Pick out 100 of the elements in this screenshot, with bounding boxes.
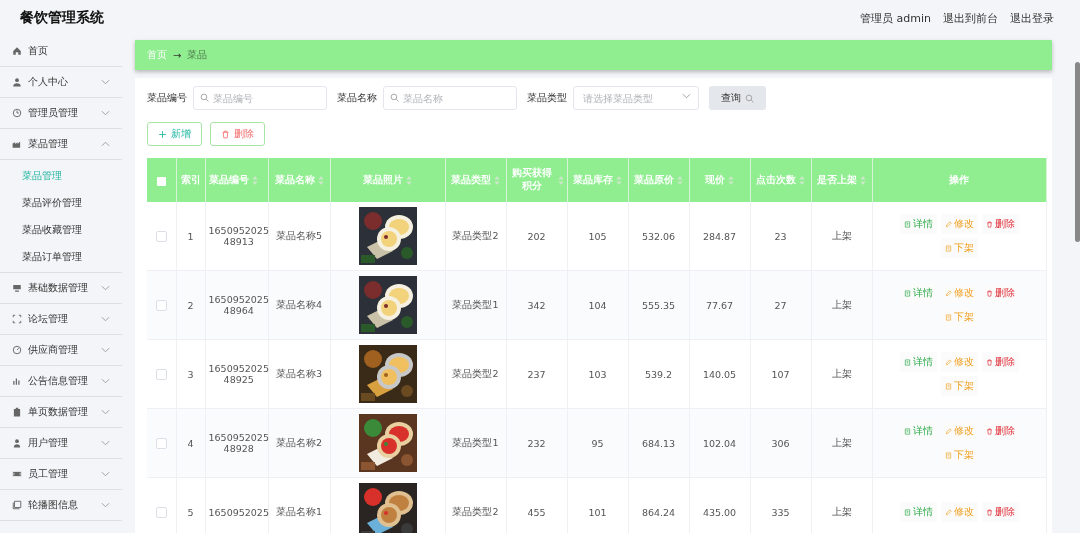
delete-button[interactable]: 删除 bbox=[210, 122, 265, 146]
sort-icon[interactable] bbox=[317, 175, 324, 185]
submenu-item[interactable]: 菜品收藏管理 bbox=[0, 216, 122, 243]
clipboard-icon bbox=[12, 407, 22, 417]
action-button[interactable]: 删除 bbox=[981, 502, 1019, 522]
sort-icon[interactable] bbox=[406, 175, 412, 185]
filter-label: 菜品编号 bbox=[147, 91, 187, 105]
select-field[interactable]: 请选择菜品类型 bbox=[573, 86, 699, 110]
document-icon bbox=[903, 289, 911, 297]
table-cell: 95 bbox=[591, 437, 604, 449]
table-cell: 23 bbox=[774, 230, 787, 242]
sidebar-item[interactable]: 公告信息管理 bbox=[0, 366, 122, 397]
header-link[interactable]: 退出到前台 bbox=[943, 10, 998, 26]
sort-icon[interactable] bbox=[677, 175, 683, 185]
table-cell: 1650952025 48913 bbox=[208, 225, 269, 247]
column-header: 购买获得积分 bbox=[511, 167, 553, 193]
factory-icon bbox=[12, 139, 22, 149]
document-icon bbox=[944, 382, 952, 390]
action-button[interactable]: 详情 bbox=[899, 214, 937, 234]
column-header: 菜品库存 bbox=[573, 173, 613, 187]
add-button[interactable]: 新增 bbox=[147, 122, 202, 146]
chevron-icon bbox=[101, 285, 110, 291]
search-field[interactable]: 菜品编号 bbox=[193, 86, 327, 110]
document-icon bbox=[944, 313, 952, 321]
plus-icon bbox=[158, 129, 167, 139]
table-cell: 335 bbox=[771, 506, 790, 518]
chevron-icon bbox=[101, 471, 110, 477]
submenu-item[interactable]: 菜品管理 bbox=[0, 162, 122, 189]
submenu-item[interactable]: 菜品评价管理 bbox=[0, 189, 122, 216]
user-icon bbox=[12, 77, 22, 87]
sidebar-item[interactable]: 菜品管理 bbox=[0, 129, 122, 160]
table-cell: 539.2 bbox=[644, 368, 673, 380]
user-icon bbox=[12, 438, 22, 448]
frame-icon bbox=[12, 314, 22, 324]
column-header: 是否上架 bbox=[817, 173, 857, 187]
table-cell: 菜品类型2 bbox=[452, 229, 499, 243]
table-cell: 104 bbox=[588, 299, 607, 311]
table-cell: 上架 bbox=[831, 505, 852, 519]
checkbox[interactable] bbox=[155, 369, 167, 380]
column-header: 索引 bbox=[180, 173, 201, 187]
chevron-icon bbox=[101, 440, 110, 446]
sidebar-item[interactable]: 供应商管理 bbox=[0, 335, 122, 366]
table-cell: 菜品名称5 bbox=[275, 229, 322, 243]
search-icon bbox=[390, 93, 399, 102]
action-button[interactable]: 详情 bbox=[899, 352, 937, 372]
table-cell: 上架 bbox=[831, 298, 852, 312]
pencil-icon bbox=[944, 427, 952, 435]
chevron-icon bbox=[101, 347, 110, 353]
chevron-icon bbox=[682, 93, 691, 99]
sort-icon[interactable] bbox=[860, 175, 866, 185]
sort-icon[interactable] bbox=[557, 175, 564, 185]
column-header: 菜品照片 bbox=[363, 173, 403, 187]
table-cell: 342 bbox=[527, 299, 546, 311]
sidebar-item[interactable]: 单页数据管理 bbox=[0, 397, 122, 428]
submenu-item[interactable]: 菜品订单管理 bbox=[0, 243, 122, 270]
arrow-icon: → bbox=[173, 49, 182, 61]
document-icon bbox=[903, 508, 911, 516]
chevron-icon bbox=[101, 378, 110, 384]
checkbox[interactable] bbox=[155, 507, 167, 518]
search-field[interactable]: 菜品名称 bbox=[383, 86, 517, 110]
column-header: 菜品原价 bbox=[634, 173, 674, 187]
sidebar-item[interactable]: 基础数据管理 bbox=[0, 273, 122, 304]
column-header: 点击次数 bbox=[756, 173, 796, 187]
sidebar-item[interactable]: 管理员管理 bbox=[0, 98, 122, 129]
checkbox[interactable] bbox=[156, 176, 166, 186]
sidebar-item[interactable]: 用户管理 bbox=[0, 428, 122, 459]
query-button[interactable]: 查询 bbox=[709, 86, 766, 110]
sort-icon[interactable] bbox=[728, 175, 734, 185]
sort-icon[interactable] bbox=[494, 175, 500, 185]
table-cell: 1650952025 48928 bbox=[208, 432, 269, 454]
action-button[interactable]: 详情 bbox=[899, 502, 937, 522]
checkbox[interactable] bbox=[155, 231, 167, 242]
pencil-icon bbox=[944, 289, 952, 297]
action-button[interactable]: 删除 bbox=[981, 214, 1019, 234]
filter-label: 菜品名称 bbox=[337, 91, 377, 105]
sidebar-item[interactable]: 首页 bbox=[0, 36, 122, 67]
sidebar-item[interactable]: 轮播图信息 bbox=[0, 490, 122, 521]
header-link[interactable]: 退出登录 bbox=[1010, 10, 1054, 26]
sidebar-item[interactable]: 个人中心 bbox=[0, 67, 122, 98]
sort-icon[interactable] bbox=[799, 175, 805, 185]
table-cell: 菜品类型2 bbox=[452, 505, 499, 519]
checkbox[interactable] bbox=[155, 438, 167, 449]
sort-icon[interactable] bbox=[616, 175, 622, 185]
header-link[interactable]: 管理员 admin bbox=[860, 10, 931, 26]
document-icon bbox=[903, 427, 911, 435]
table-cell: 237 bbox=[527, 368, 546, 380]
search-icon bbox=[200, 93, 209, 102]
table-cell: 232 bbox=[527, 437, 546, 449]
checkbox[interactable] bbox=[155, 300, 167, 311]
sidebar-item[interactable]: 员工管理 bbox=[0, 459, 122, 490]
chevron-icon bbox=[101, 502, 110, 508]
copy-icon bbox=[12, 500, 22, 510]
table-cell: 103 bbox=[588, 368, 607, 380]
trash-icon bbox=[985, 220, 993, 228]
sort-icon[interactable] bbox=[251, 175, 258, 185]
document-icon bbox=[903, 358, 911, 366]
filter-label: 菜品类型 bbox=[527, 91, 567, 105]
sidebar-item[interactable]: 论坛管理 bbox=[0, 304, 122, 335]
trash-icon bbox=[985, 289, 993, 297]
action-button[interactable]: 删除 bbox=[981, 352, 1019, 372]
